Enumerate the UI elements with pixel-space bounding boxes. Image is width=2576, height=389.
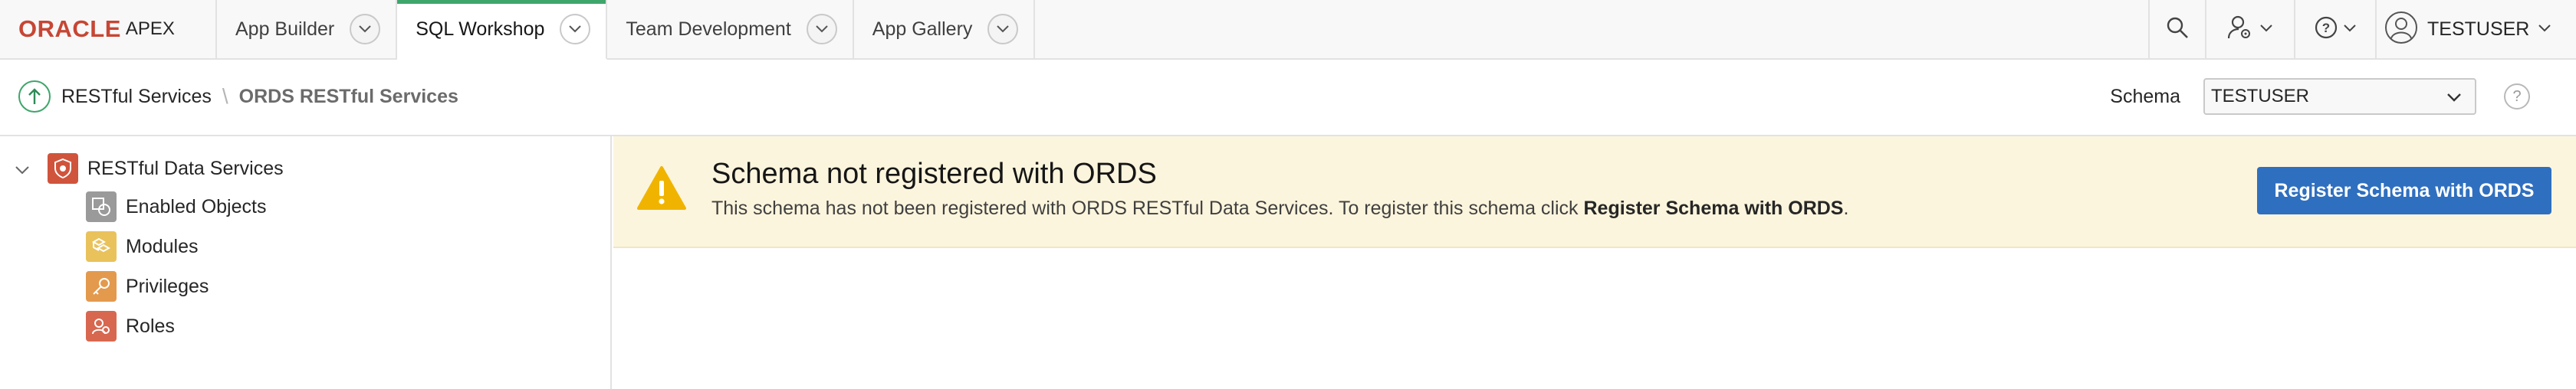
chevron-down-icon	[2344, 22, 2356, 36]
tab-label: App Gallery	[872, 18, 973, 40]
breadcrumb-separator: \	[222, 84, 228, 108]
tab-label: Team Development	[626, 18, 791, 40]
svg-text:?: ?	[2322, 21, 2330, 35]
breadcrumb: RESTful Services \ ORDS RESTful Services	[18, 80, 458, 113]
help-icon: ?	[2315, 16, 2338, 43]
tab-team-development[interactable]: Team Development	[607, 0, 854, 58]
tree-node-enabled-objects[interactable]: Enabled Objects	[86, 191, 266, 222]
chevron-down-icon	[2447, 86, 2461, 107]
search-button[interactable]	[2148, 0, 2205, 58]
modules-icon	[86, 231, 117, 262]
tree-node-restful-data-services[interactable]: RESTful Data Services	[15, 153, 284, 184]
user-menu-button[interactable]: TESTUSER	[2375, 0, 2576, 58]
tree-node-privileges[interactable]: Privileges	[86, 271, 209, 302]
top-navigation-bar: ORACLE APEX App Builder SQL Workshop Tea…	[0, 0, 2576, 60]
apex-wordmark: APEX	[125, 18, 175, 39]
enabled-objects-icon	[86, 191, 117, 222]
alert-title: Schema not registered with ORDS	[711, 158, 1157, 190]
tree-node-roles[interactable]: Roles	[86, 311, 175, 342]
chevron-down-icon[interactable]	[15, 158, 29, 180]
chevron-down-icon[interactable]	[806, 14, 837, 44]
help-menu-button[interactable]: ?	[2294, 0, 2375, 58]
chevron-down-icon[interactable]	[987, 14, 1019, 44]
tab-label: SQL Workshop	[416, 18, 545, 40]
roles-icon	[86, 311, 117, 342]
restful-shield-icon	[48, 153, 78, 184]
tree-node-label: Modules	[126, 235, 199, 257]
alert-message-emphasis: Register Schema with ORDS	[1583, 198, 1844, 219]
avatar-icon	[2384, 11, 2418, 48]
breadcrumb-current: ORDS RESTful Services	[238, 85, 458, 107]
tree-node-modules[interactable]: Modules	[86, 231, 199, 262]
chevron-down-icon[interactable]	[560, 14, 591, 44]
schema-select[interactable]: TESTUSER	[2203, 78, 2476, 115]
privileges-icon	[86, 271, 117, 302]
tree-node-label: Roles	[126, 315, 175, 337]
oracle-wordmark: ORACLE	[18, 15, 121, 42]
breadcrumb-bar: RESTful Services \ ORDS RESTful Services…	[0, 60, 2576, 136]
oracle-apex-logo[interactable]: ORACLE APEX	[0, 0, 217, 58]
warning-icon	[636, 165, 687, 215]
alert-message-end: .	[1843, 198, 1849, 219]
schema-select-value: TESTUSER	[2211, 86, 2310, 106]
schema-selector-group: Schema TESTUSER ?	[2110, 78, 2530, 115]
chevron-down-icon	[2260, 22, 2272, 36]
search-icon	[2166, 16, 2189, 43]
user-name: TESTUSER	[2427, 18, 2530, 40]
register-schema-button[interactable]: Register Schema with ORDS	[2257, 167, 2551, 214]
chevron-down-icon	[2538, 22, 2551, 36]
help-icon[interactable]: ?	[2504, 83, 2530, 110]
tab-sql-workshop[interactable]: SQL Workshop	[397, 0, 608, 60]
tab-app-builder[interactable]: App Builder	[217, 0, 398, 58]
tab-app-gallery[interactable]: App Gallery	[854, 0, 1036, 58]
schema-not-registered-alert: Schema not registered with ORDS This sch…	[613, 136, 2576, 248]
breadcrumb-parent-link[interactable]: RESTful Services	[61, 86, 212, 108]
tree-node-label: Enabled Objects	[126, 195, 267, 217]
schema-label: Schema	[2110, 85, 2180, 107]
tab-label: App Builder	[235, 18, 335, 40]
alert-message-text: This schema has not been registered with…	[711, 198, 1584, 219]
restful-services-tree: RESTful Data Services Enabled Objects Mo…	[0, 136, 612, 389]
alert-message: This schema has not been registered with…	[711, 198, 1848, 220]
tree-node-label: RESTful Data Services	[87, 157, 284, 179]
chevron-down-icon[interactable]	[350, 14, 381, 44]
user-settings-icon	[2227, 15, 2254, 44]
tree-node-label: Privileges	[126, 275, 209, 297]
arrow-up-icon[interactable]	[18, 80, 51, 113]
administration-menu-button[interactable]	[2205, 0, 2294, 58]
